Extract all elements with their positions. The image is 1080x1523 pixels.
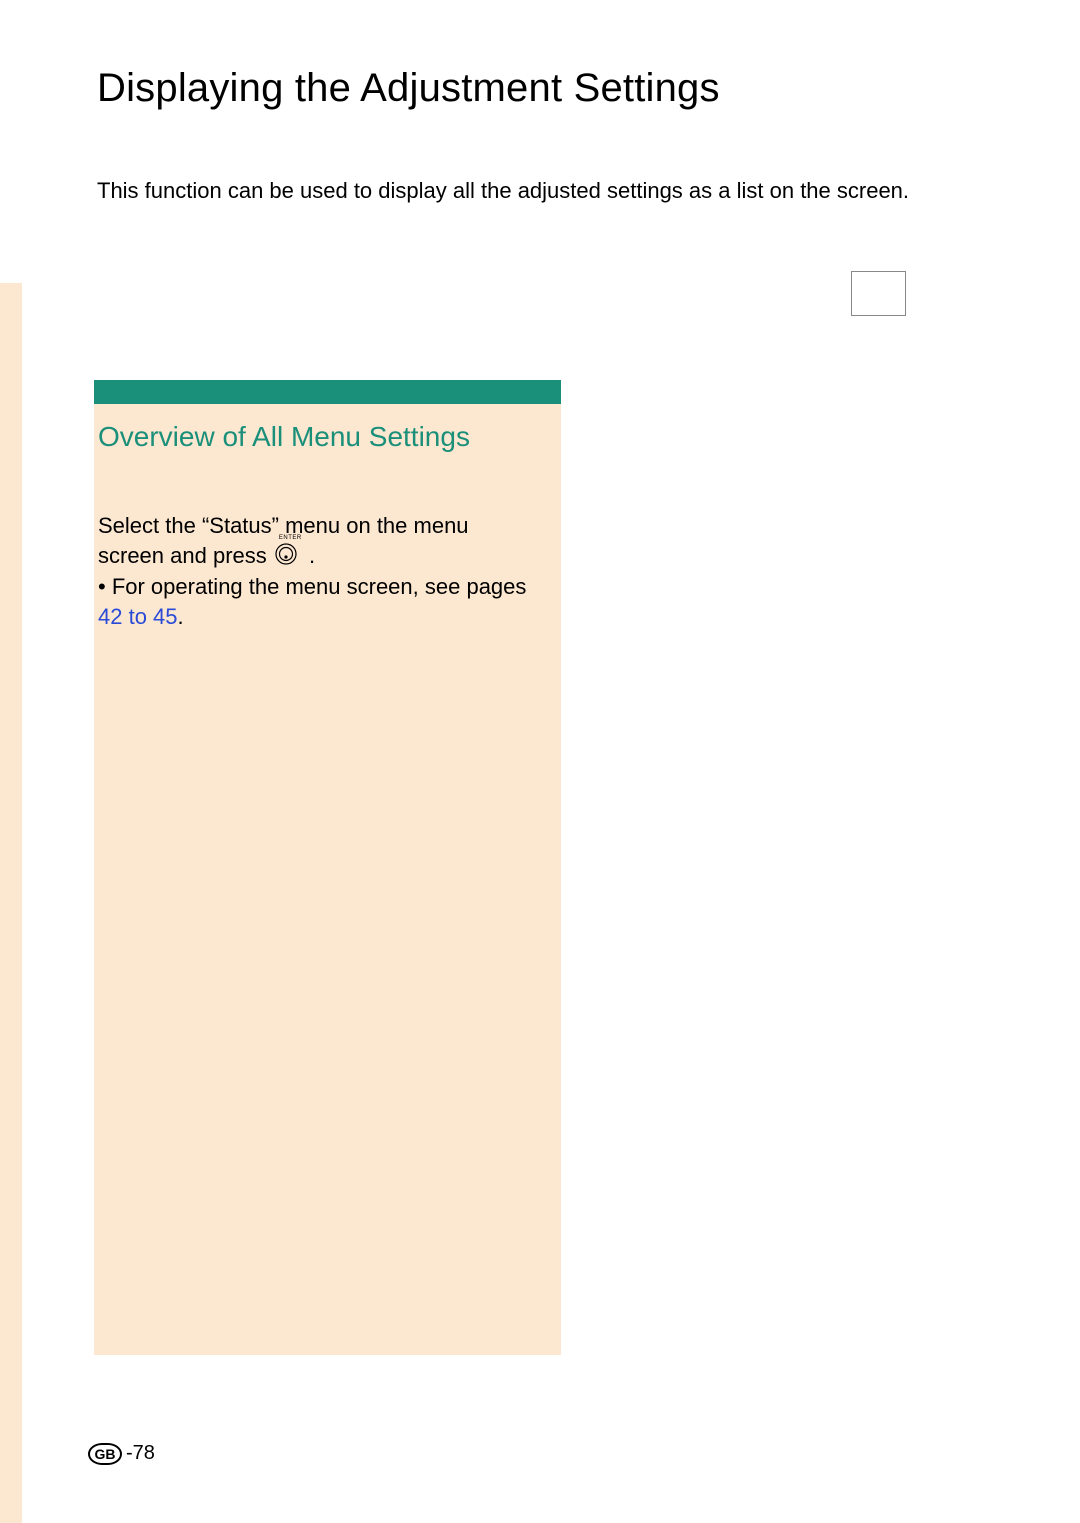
section-subheading: Overview of All Menu Settings [98,419,538,454]
panel-header-bar [94,380,561,404]
page-title: Displaying the Adjustment Settings [97,66,720,111]
page-number: -78 [126,1442,155,1465]
instruction-block: Select the “Status” menu on the menu scr… [98,511,538,631]
enter-button-icon: ENTER [273,542,303,572]
note-prefix: • For operating the menu screen, see pag… [98,574,526,599]
intro-text: This function can be used to display all… [97,178,909,204]
manual-page: Displaying the Adjustment Settings This … [0,0,1080,1523]
page-reference-link[interactable]: 42 to 45 [98,604,178,629]
side-strip [0,283,22,1523]
instruction-text-2: . [309,543,315,568]
note-suffix: . [178,604,184,629]
region-badge: GB [88,1443,122,1465]
page-footer: GB -78 [88,1442,155,1465]
decorative-box [851,271,906,316]
